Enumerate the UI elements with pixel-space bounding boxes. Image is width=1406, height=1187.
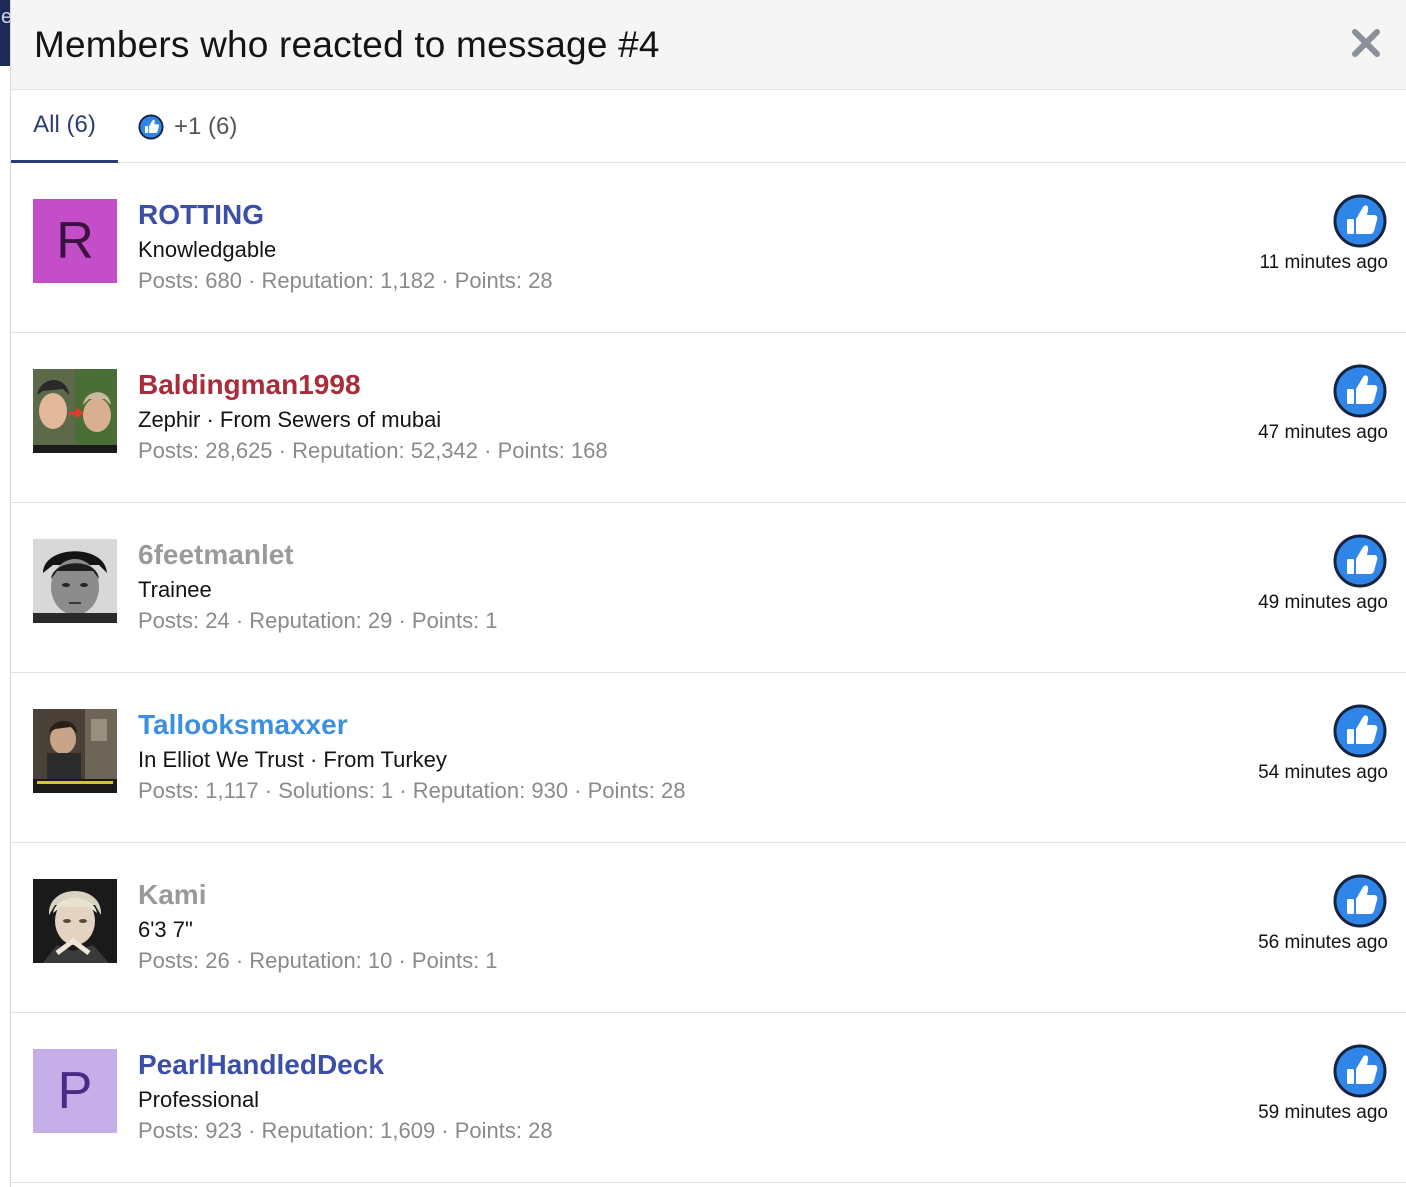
list-item: Kami 6'3 7" Posts: 26 · Reputation: 10 ·…	[11, 843, 1406, 1013]
username-link[interactable]: PearlHandledDeck	[138, 1049, 384, 1081]
username-link[interactable]: Kami	[138, 879, 206, 911]
list-item: R ROTTING Knowledgable Posts: 680 · Repu…	[11, 163, 1406, 333]
username-link[interactable]: Tallooksmaxxer	[138, 709, 348, 741]
thumbs-up-icon	[1333, 194, 1387, 248]
list-item: Baldingman1998 Zephir · From Sewers of m…	[11, 333, 1406, 503]
avatar-letter: P	[57, 1062, 93, 1120]
avatar[interactable]	[33, 879, 117, 963]
user-title: 6'3 7"	[138, 917, 193, 942]
close-icon	[1352, 29, 1380, 57]
user-title: Knowledgable	[138, 237, 277, 262]
avatar[interactable]: R	[33, 199, 117, 283]
dialog-header: Members who reacted to message #4	[11, 0, 1406, 90]
reaction-time[interactable]: 54 minutes ago	[1258, 762, 1388, 784]
avatar-image	[33, 709, 117, 793]
close-button[interactable]	[1349, 26, 1383, 60]
thumbs-up-icon	[1333, 874, 1387, 928]
username-link[interactable]: 6feetmanlet	[138, 539, 294, 571]
dialog-title: Members who reacted to message #4	[34, 24, 660, 65]
thumbs-up-icon	[1333, 1044, 1387, 1098]
tab-all-label: All (6)	[33, 111, 96, 138]
avatar[interactable]	[33, 369, 117, 453]
avatar[interactable]	[33, 709, 117, 793]
tab-plus-one[interactable]: +1 (6)	[138, 90, 237, 163]
user-title: Trainee	[138, 577, 212, 602]
avatar-letter: R	[56, 212, 94, 270]
username-link[interactable]: Baldingman1998	[138, 369, 361, 401]
avatar[interactable]	[33, 539, 117, 623]
thumbs-up-icon	[1333, 534, 1387, 588]
page-backdrop: e	[0, 0, 12, 1187]
thumbs-up-icon	[1333, 364, 1387, 418]
thumbs-up-icon	[1333, 704, 1387, 758]
list-item: P PearlHandledDeck Professional Posts: 9…	[11, 1013, 1406, 1183]
reaction-time[interactable]: 59 minutes ago	[1258, 1102, 1388, 1124]
user-stats: Posts: 680 · Reputation: 1,182 · Points:…	[138, 268, 553, 293]
avatar-image	[33, 369, 117, 453]
reaction-time[interactable]: 56 minutes ago	[1258, 932, 1388, 954]
list-item: 6feetmanlet Trainee Posts: 24 · Reputati…	[11, 503, 1406, 673]
avatar-image	[33, 539, 117, 623]
username-link[interactable]: ROTTING	[138, 199, 264, 231]
user-title: Zephir · From Sewers of mubai	[138, 407, 442, 432]
reaction-time[interactable]: 11 minutes ago	[1259, 252, 1388, 274]
user-title: In Elliot We Trust · From Turkey	[138, 747, 447, 772]
tab-plus-one-label: +1 (6)	[174, 112, 238, 140]
reaction-time[interactable]: 47 minutes ago	[1258, 422, 1388, 444]
avatar-image	[33, 879, 117, 963]
member-list: R ROTTING Knowledgable Posts: 680 · Repu…	[11, 163, 1406, 1183]
reactions-dialog: Members who reacted to message #4 All (6…	[10, 0, 1406, 1187]
avatar[interactable]: P	[33, 1049, 117, 1133]
user-stats: Posts: 28,625 · Reputation: 52,342 · Poi…	[138, 438, 608, 463]
background-nav: e	[0, 0, 12, 66]
reaction-time[interactable]: 49 minutes ago	[1258, 592, 1388, 614]
user-stats: Posts: 923 · Reputation: 1,609 · Points:…	[138, 1118, 553, 1143]
list-item: Tallooksmaxxer In Elliot We Trust · From…	[11, 673, 1406, 843]
user-title: Professional	[138, 1087, 260, 1112]
user-stats: Posts: 24 · Reputation: 29 · Points: 1	[138, 608, 498, 633]
tab-all[interactable]: All (6)	[11, 90, 118, 163]
user-stats: Posts: 1,117 · Solutions: 1 · Reputation…	[138, 778, 686, 803]
reaction-tabs: All (6) +1 (6)	[11, 90, 1406, 163]
user-stats: Posts: 26 · Reputation: 10 · Points: 1	[138, 948, 498, 973]
thumbs-up-icon	[138, 113, 164, 140]
